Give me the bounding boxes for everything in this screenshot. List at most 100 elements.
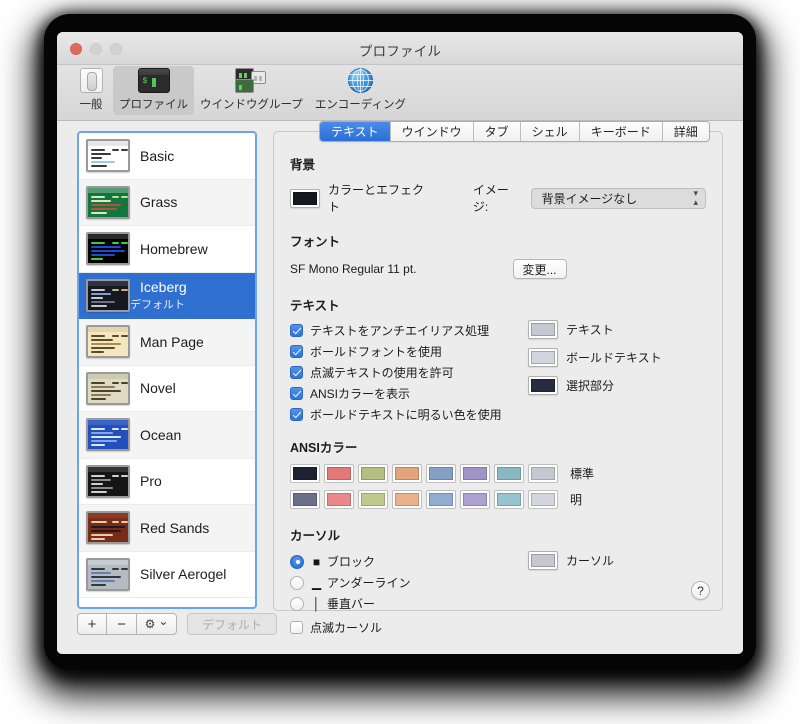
tab-tab[interactable]: タブ xyxy=(473,122,521,141)
profile-thumbnail xyxy=(86,511,130,545)
ansi-normal-color-5[interactable] xyxy=(460,464,490,483)
checkbox-antialias-text[interactable]: テキストをアンチエイリアス処理 xyxy=(290,322,518,339)
text-section-title: テキスト xyxy=(290,299,340,313)
chevron-updown-icon: ▾ ▴ xyxy=(693,188,698,207)
radio-icon xyxy=(290,596,304,611)
selection-color-label: 選択部分 xyxy=(566,379,615,393)
radio-label: アンダーライン xyxy=(327,576,411,590)
toolbar-item-profiles[interactable]: $ プロファイル xyxy=(113,66,194,115)
text-color-well[interactable] xyxy=(528,320,558,339)
toolbar-item-window-groups[interactable]: ウインドウグループ xyxy=(194,66,309,115)
ansi-normal-color-0[interactable] xyxy=(290,464,320,483)
add-profile-button[interactable]: + xyxy=(77,613,107,635)
block-cursor-icon: ■ xyxy=(312,554,321,569)
radio-label: 垂直バー xyxy=(327,597,376,611)
list-item-label: Iceberg xyxy=(140,278,187,295)
underline-cursor-icon: ▁ xyxy=(311,575,322,590)
checkbox-allow-blinking-text[interactable]: 点滅テキストの使用を許可 xyxy=(290,364,518,381)
checkbox-display-ansi-colors[interactable]: ANSIカラーを表示 xyxy=(290,385,518,402)
preferences-window: プロファイル 一般 $ プロファイル ウインドウグループ エンコーディング Ba… xyxy=(57,32,743,654)
checkbox-use-bold-fonts[interactable]: ボールドフォントを使用 xyxy=(290,343,518,360)
profile-actions-button[interactable]: ⚙ ⌄ xyxy=(137,613,177,635)
checkbox-icon xyxy=(290,345,303,358)
bold-text-color-row: ボールドテキスト xyxy=(528,348,662,367)
chevron-down-icon: ⌄ xyxy=(158,614,169,628)
checkbox-icon xyxy=(290,408,303,421)
ansi-normal-color-7[interactable] xyxy=(528,464,558,483)
window-group-icon xyxy=(235,68,267,94)
tab-shell[interactable]: シェル xyxy=(520,122,580,141)
list-item-sublabel: デフォルト xyxy=(130,298,185,311)
remove-profile-button[interactable]: − xyxy=(107,613,137,635)
radio-icon xyxy=(290,575,304,590)
checkbox-label: ボールドテキストに明るい色を使用 xyxy=(310,408,502,422)
background-image-select[interactable]: 背景イメージなし ▾ ▴ xyxy=(531,187,706,209)
radio-cursor-vertical-bar[interactable]: │ 垂直バー xyxy=(290,595,518,612)
selection-color-well[interactable] xyxy=(528,376,558,395)
checkbox-blinking-cursor[interactable]: 点滅カーソル xyxy=(290,619,518,636)
list-item[interactable]: Red Sands xyxy=(79,505,255,552)
tab-keyboard[interactable]: キーボード xyxy=(579,122,663,141)
background-color-well[interactable] xyxy=(290,188,320,208)
cursor-color-row: カーソル xyxy=(528,551,614,570)
font-value: SF Mono Regular 11 pt. xyxy=(290,262,417,276)
list-item[interactable]: Silver Aerogel xyxy=(79,552,255,598)
toolbar-item-encodings[interactable]: エンコーディング xyxy=(309,66,412,115)
cursor-color-label: カーソル xyxy=(566,554,615,568)
list-item-label: Homebrew xyxy=(140,240,208,257)
list-item[interactable]: Grass xyxy=(79,179,255,226)
list-item[interactable]: Pro xyxy=(79,459,255,505)
bold-text-color-well[interactable] xyxy=(528,348,558,367)
list-item[interactable]: Homebrew xyxy=(79,226,255,273)
list-item[interactable]: Novel xyxy=(79,366,255,412)
ansi-bright-color-1[interactable] xyxy=(324,490,354,509)
list-item[interactable]: Man Page xyxy=(79,319,255,366)
help-button[interactable]: ? xyxy=(691,581,710,600)
ansi-normal-color-3[interactable] xyxy=(392,464,422,483)
change-font-button[interactable]: 変更... xyxy=(512,259,567,279)
tab-text[interactable]: テキスト xyxy=(320,122,391,141)
list-item[interactable]: Basic xyxy=(79,133,255,180)
list-item-selected[interactable]: Iceberg デフォルト xyxy=(79,272,255,319)
ansi-normal-color-2[interactable] xyxy=(358,464,388,483)
ansi-normal-color-4[interactable] xyxy=(426,464,456,483)
toolbar-item-general[interactable]: 一般 xyxy=(69,66,113,115)
ansi-bright-color-4[interactable] xyxy=(426,490,456,509)
background-color-label: カラーとエフェクト xyxy=(328,183,425,214)
toolbar-item-window-groups-label: ウインドウグループ xyxy=(200,99,303,111)
ansi-bright-color-3[interactable] xyxy=(392,490,422,509)
toolbar-item-encodings-label: エンコーディング xyxy=(314,99,407,111)
profile-thumbnail xyxy=(86,371,130,405)
text-settings-panel: 背景 カラーとエフェクト イメージ: 背景イメージなし ▾ ▴ フォント SF M… xyxy=(274,150,722,635)
ansi-bright-color-0[interactable] xyxy=(290,490,320,509)
ansi-bright-color-6[interactable] xyxy=(494,490,524,509)
ansi-normal-color-6[interactable] xyxy=(494,464,524,483)
radio-cursor-underline[interactable]: ▁ アンダーライン xyxy=(290,574,518,591)
cursor-color-well[interactable] xyxy=(528,551,558,570)
ansi-normal-color-1[interactable] xyxy=(324,464,354,483)
radio-icon xyxy=(290,554,304,569)
tab-advanced[interactable]: 詳細 xyxy=(662,122,709,141)
radio-cursor-block[interactable]: ■ ブロック xyxy=(290,553,518,570)
list-item[interactable]: Ocean xyxy=(79,412,255,459)
checkbox-bright-colors-for-bold[interactable]: ボールドテキストに明るい色を使用 xyxy=(290,406,518,423)
terminal-icon: $ xyxy=(137,68,170,94)
set-default-button[interactable]: デフォルト xyxy=(187,613,278,635)
background-image-value: 背景イメージなし xyxy=(541,191,638,206)
ansi-bright-color-5[interactable] xyxy=(460,490,490,509)
profile-thumbnail xyxy=(86,232,130,266)
list-item-label: Silver Aerogel xyxy=(140,566,227,583)
profile-panel: Basic Grass Homebrew Iceberg デフォルト Man P… xyxy=(77,131,257,611)
list-item-label: Man Page xyxy=(140,333,204,350)
checkbox-icon xyxy=(290,366,303,379)
text-color-swatch xyxy=(531,323,555,336)
ansi-bright-color-2[interactable] xyxy=(358,490,388,509)
profile-list[interactable]: Basic Grass Homebrew Iceberg デフォルト Man P… xyxy=(77,131,257,609)
list-item-label: Basic xyxy=(140,147,175,164)
font-section-title: フォント xyxy=(290,235,341,249)
settings-tabbar: テキスト ウインドウ タブ シェル キーボード 詳細 xyxy=(319,121,710,142)
list-item-label: Pro xyxy=(140,473,162,490)
ansi-bright-color-7[interactable] xyxy=(528,490,558,509)
background-image-label: イメージ: xyxy=(472,183,509,214)
tab-window[interactable]: ウインドウ xyxy=(390,122,474,141)
